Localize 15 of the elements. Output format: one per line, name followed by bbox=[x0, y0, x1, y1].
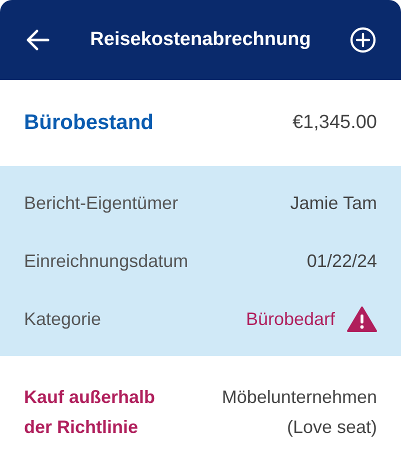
summary-amount: €1,345.00 bbox=[292, 110, 377, 135]
summary-label: Bürobestand bbox=[24, 110, 154, 136]
detail-value: Bürobedarf bbox=[246, 308, 335, 330]
warning-icon bbox=[347, 306, 377, 332]
add-icon bbox=[350, 27, 376, 53]
detail-label: Bericht-Eigentümer bbox=[24, 192, 178, 215]
merchant-text: Möbelunternehmen (Love seat) bbox=[220, 386, 377, 439]
window-title: Reisekostenabrechnung bbox=[90, 28, 311, 52]
add-button[interactable] bbox=[348, 26, 377, 54]
detail-value: 01/22/24 bbox=[306, 250, 377, 272]
detail-label: Kategorie bbox=[24, 308, 102, 331]
policy-warning-label: Kauf außerhalb der Richtlinie bbox=[24, 386, 156, 439]
detail-value: Jamie Tam bbox=[290, 192, 377, 214]
detail-label: Einreichnungsdatum bbox=[24, 250, 188, 273]
back-arrow-icon bbox=[26, 29, 50, 51]
